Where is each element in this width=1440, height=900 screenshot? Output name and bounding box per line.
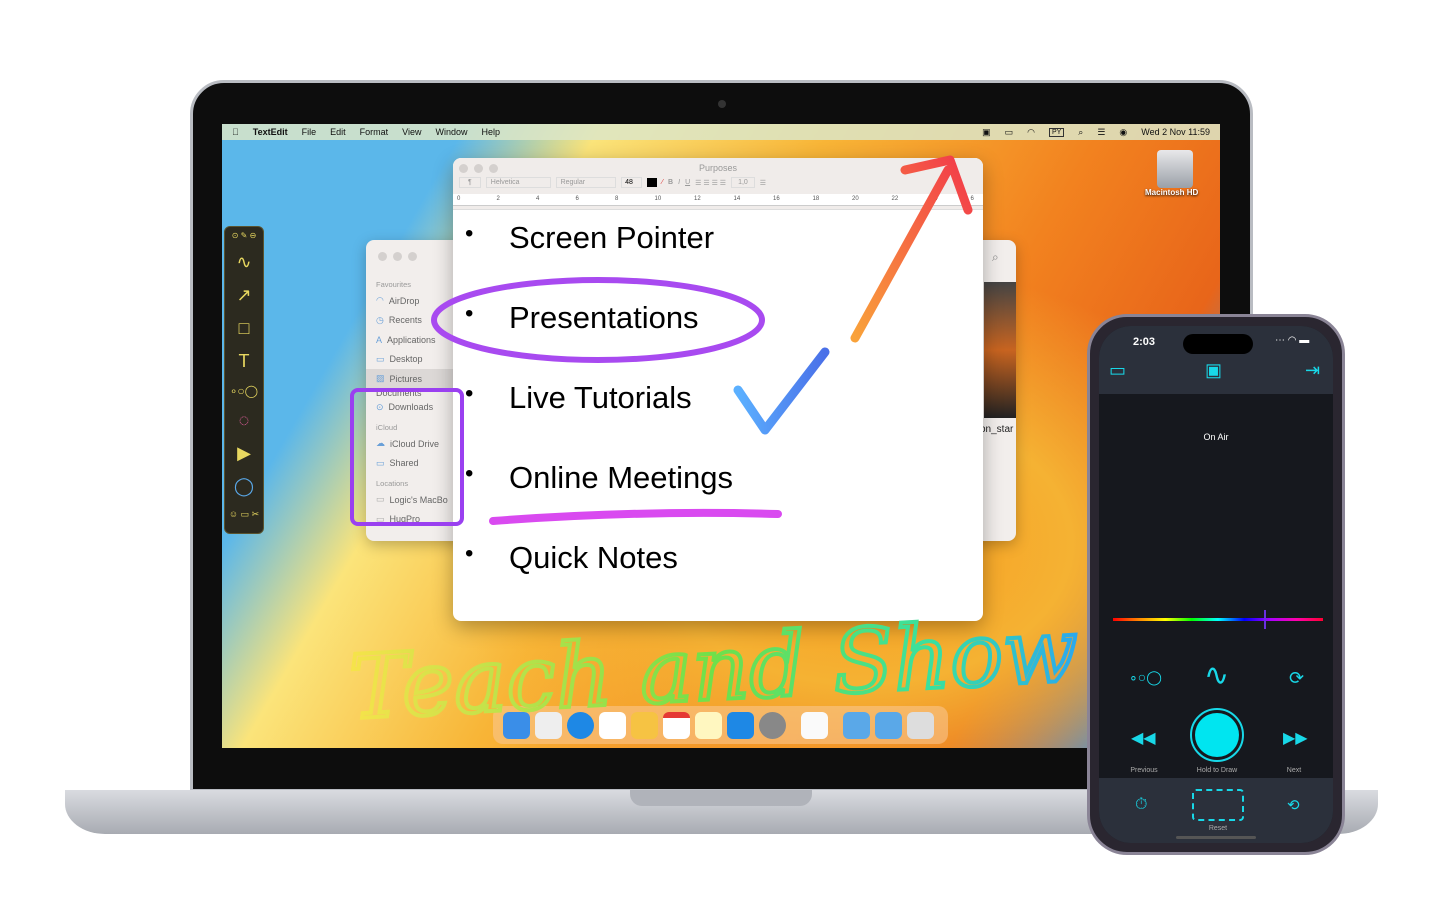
screen-draw-icon[interactable]: ▣ bbox=[1205, 360, 1222, 381]
highlight-ellipse bbox=[431, 277, 765, 363]
phone-screen: 2:03 ⋯ ◠ ▬ ▭ ▣ ⇥ On Air ∘○◯ ∿ ⟳ ◀◀ ▶▶ Pr… bbox=[1099, 326, 1333, 843]
next-label: Next bbox=[1286, 767, 1302, 774]
previous-label: Previous bbox=[1130, 767, 1158, 774]
dynamic-island bbox=[1183, 334, 1253, 354]
color-slider[interactable] bbox=[1113, 618, 1323, 621]
previous-icon[interactable]: ◀◀ bbox=[1131, 728, 1156, 748]
on-air-status: On Air bbox=[1203, 432, 1229, 442]
rotate-icon[interactable]: ⟲ bbox=[1287, 796, 1300, 814]
handwriting-annotation: Teach and Show bbox=[347, 598, 1080, 739]
color-slider-thumb[interactable] bbox=[1264, 610, 1267, 629]
status-time: 2:03 bbox=[1133, 336, 1156, 348]
next-icon[interactable]: ▶▶ bbox=[1283, 728, 1308, 748]
pen-size-icon[interactable]: ∘○◯ bbox=[1129, 669, 1162, 686]
clear-icon[interactable]: ⟳ bbox=[1289, 668, 1304, 689]
checkmark-annotation bbox=[733, 347, 830, 435]
status-icons: ⋯ ◠ ▬ bbox=[1275, 335, 1310, 346]
reset-label: Reset bbox=[1208, 825, 1228, 832]
reset-button[interactable] bbox=[1192, 789, 1244, 821]
home-indicator bbox=[1176, 836, 1256, 839]
arrow-annotation bbox=[850, 155, 973, 343]
iphone: 2:03 ⋯ ◠ ▬ ▭ ▣ ⇥ On Air ∘○◯ ∿ ⟳ ◀◀ ▶▶ Pr… bbox=[1087, 314, 1345, 855]
timer-icon[interactable]: ⏱ bbox=[1135, 796, 1147, 814]
exit-icon[interactable]: ⇥ bbox=[1305, 360, 1320, 381]
highlight-rectangle bbox=[350, 388, 464, 526]
underline-annotation bbox=[489, 508, 782, 525]
pen-icon[interactable]: ∿ bbox=[1204, 658, 1229, 693]
hold-label: Hold to Draw bbox=[1196, 767, 1238, 774]
hold-to-draw-button[interactable] bbox=[1190, 708, 1244, 762]
sidebar-icon[interactable]: ▭ bbox=[1109, 360, 1126, 381]
